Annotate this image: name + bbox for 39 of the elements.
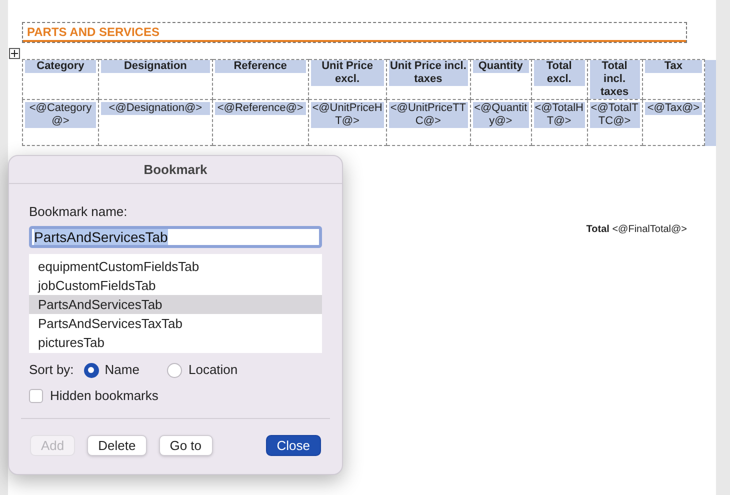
column-header: Category — [25, 60, 96, 73]
column-header: Unit Price excl. — [310, 60, 384, 86]
column-header: Total excl. — [534, 60, 585, 86]
section-title: PARTS AND SERVICES — [23, 23, 686, 42]
dialog-button[interactable]: Delete — [87, 435, 147, 456]
bookmark-item[interactable]: equipmentCustomFieldsTab — [29, 257, 322, 276]
dialog-title: Bookmark — [144, 160, 208, 179]
radio-button[interactable] — [84, 362, 99, 378]
table-cell: <@Designation@> — [100, 102, 210, 115]
table-cell: <@UnitPriceTTC@> — [388, 102, 468, 128]
bookmark-item[interactable]: PartsAndServicesTaxTab — [29, 314, 322, 333]
checkbox-label[interactable]: Hidden bookmarks — [50, 386, 158, 406]
move-handle-icon[interactable] — [9, 48, 20, 59]
table-cell: <@Quantity@> — [472, 102, 529, 128]
dialog-button[interactable]: Go to — [158, 435, 213, 456]
total-label: Total <@FinalTotal@> — [586, 223, 687, 237]
table-cell: <@TotalHT@> — [534, 102, 585, 128]
radio-label[interactable]: Location — [188, 360, 238, 380]
table-cell: <@TotalTTC@> — [590, 102, 640, 128]
close-button[interactable]: Close — [266, 434, 321, 456]
bookmark-item[interactable]: jobCustomFieldsTab — [29, 276, 322, 295]
table-cell: <@Reference@> — [214, 102, 306, 115]
radio-label[interactable]: Name — [104, 360, 140, 380]
field-label: Bookmark name: — [29, 204, 128, 220]
table-cell: <@Category@> — [25, 102, 96, 128]
bookmark-item[interactable]: PartsAndServicesTab — [29, 295, 322, 314]
sort-label: Sort by: — [29, 361, 74, 380]
bookmark-name-field[interactable]: PartsAndServicesTab — [29, 226, 322, 248]
column-header: Total incl. taxes — [590, 60, 640, 99]
column-header: Unit Price incl. taxes — [388, 60, 468, 86]
checkbox[interactable] — [29, 388, 43, 403]
radio-button[interactable] — [167, 362, 182, 378]
column-header: Quantity — [472, 60, 529, 73]
bookmark-item[interactable]: picturesTab — [29, 333, 322, 352]
column-header: Reference — [214, 60, 306, 73]
table-cell: <@Tax@> — [644, 102, 702, 115]
column-header: Designation — [100, 60, 210, 73]
table-cell: <@UnitPriceHT@> — [310, 102, 384, 128]
column-header: Tax — [644, 60, 702, 73]
